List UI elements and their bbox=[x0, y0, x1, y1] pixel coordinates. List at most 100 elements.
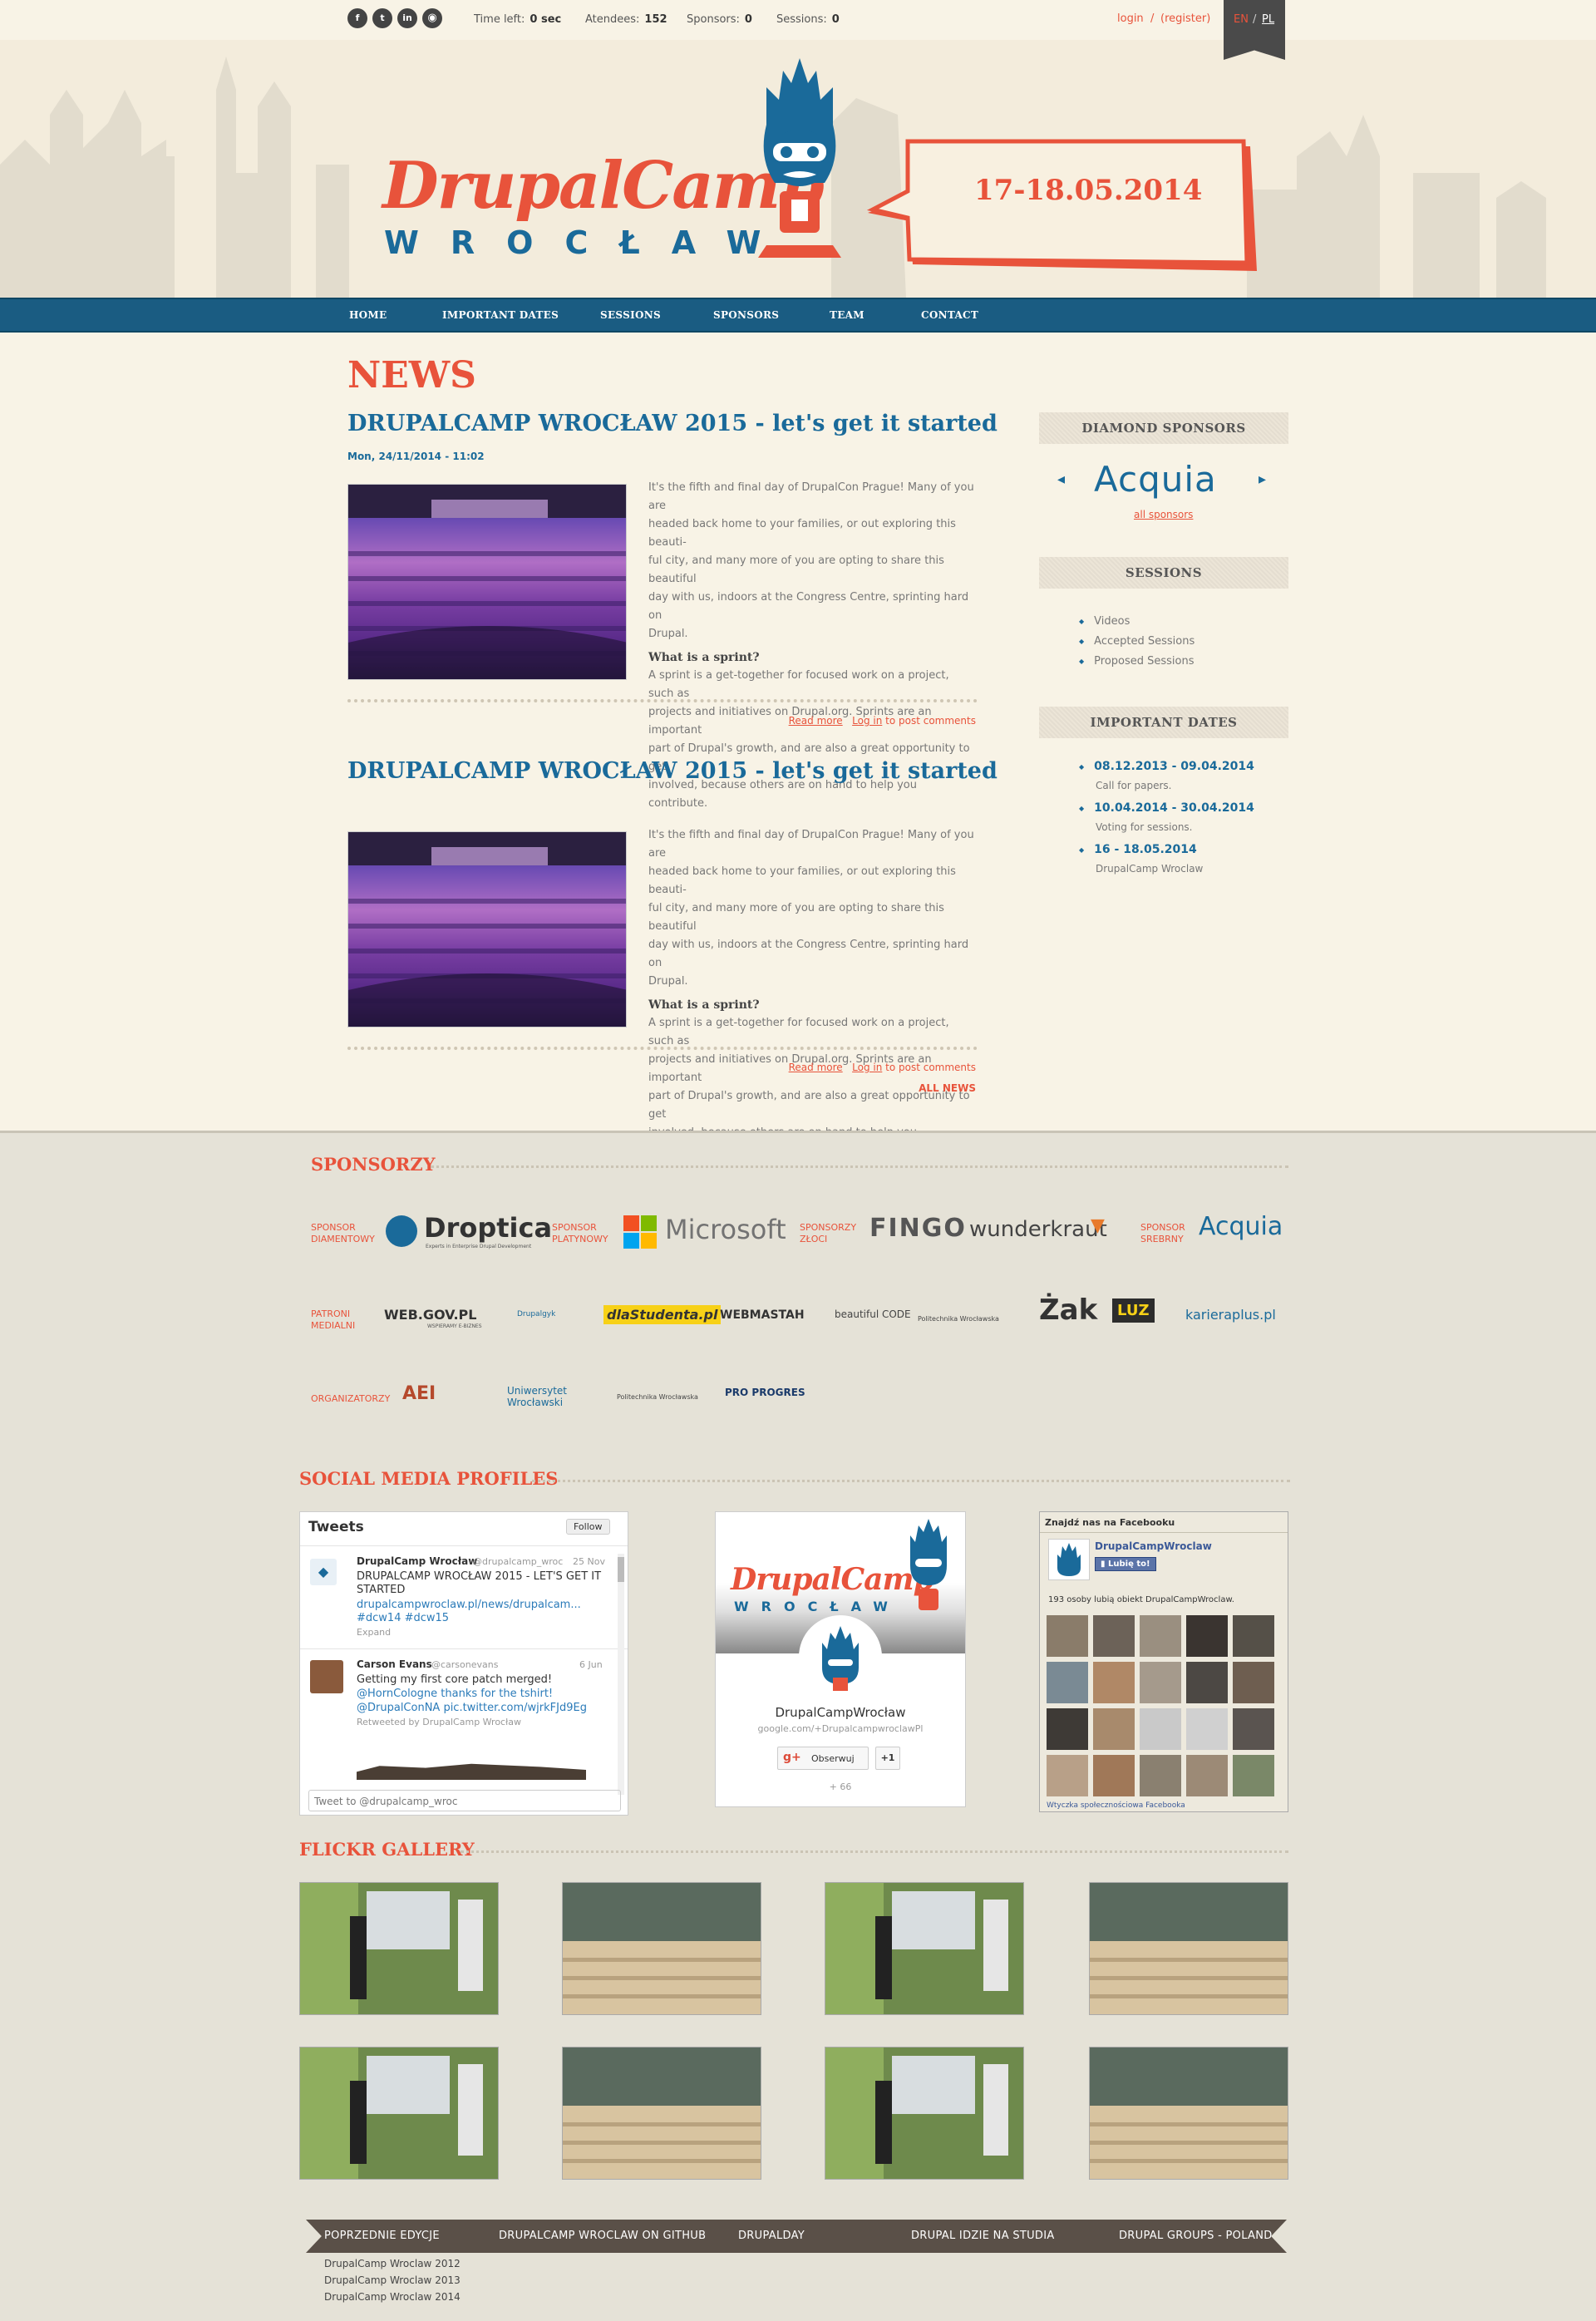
avatar[interactable] bbox=[1233, 1708, 1274, 1750]
beautiful-code-logo[interactable]: beautiful CODE bbox=[835, 1308, 911, 1320]
article-photo[interactable] bbox=[347, 484, 627, 680]
gplus-avatar[interactable] bbox=[799, 1615, 882, 1698]
register-link[interactable]: (register) bbox=[1160, 12, 1210, 25]
acquia-logo[interactable]: Acquia bbox=[1199, 1212, 1283, 1241]
footer-sublink[interactable]: DrupalCamp Wroclaw 2013 bbox=[324, 2274, 461, 2286]
footer-link[interactable]: DRUPALCAMP WROCLAW ON GITHUB bbox=[499, 2230, 706, 2242]
all-sponsors-link[interactable]: all sponsors bbox=[1134, 509, 1193, 520]
tweet-expand[interactable]: Expand bbox=[357, 1627, 391, 1638]
zak-logo[interactable]: Żak bbox=[1039, 1294, 1097, 1327]
twitter-follow-button[interactable]: Follow bbox=[566, 1519, 610, 1535]
article-title[interactable]: DRUPALCAMP WROCŁAW 2015 - let's get it s… bbox=[347, 411, 998, 436]
avatar[interactable] bbox=[1047, 1755, 1088, 1796]
tweet-author[interactable]: DrupalCamp Wrocław bbox=[357, 1555, 477, 1567]
politechnika-logo[interactable]: Politechnika Wrocławska bbox=[918, 1315, 999, 1323]
avatar[interactable] bbox=[1186, 1708, 1228, 1750]
karieraplus-logo[interactable]: karieraplus.pl bbox=[1185, 1307, 1276, 1323]
footer-link[interactable]: DRUPALDAY bbox=[738, 2230, 805, 2242]
carousel-prev-icon[interactable]: ◂ bbox=[1057, 471, 1065, 488]
read-more-link[interactable]: Read more bbox=[789, 715, 843, 727]
footer-link[interactable]: POPRZEDNIE EDYCJE bbox=[324, 2230, 440, 2242]
drupalgyk-logo[interactable]: Drupalgyk bbox=[517, 1310, 555, 1318]
plusone-button[interactable]: +1 bbox=[875, 1747, 900, 1770]
linkedin-icon[interactable]: in bbox=[397, 8, 417, 28]
avatar[interactable] bbox=[1186, 1662, 1228, 1703]
fingo-logo[interactable]: FINGO bbox=[869, 1214, 967, 1243]
avatar[interactable] bbox=[1140, 1755, 1181, 1796]
acquia-logo[interactable]: Acquia bbox=[1094, 459, 1217, 500]
avatar[interactable] bbox=[1093, 1662, 1135, 1703]
avatar[interactable] bbox=[1047, 1662, 1088, 1703]
flickr-thumb[interactable] bbox=[825, 1882, 1024, 2015]
avatar[interactable] bbox=[1140, 1615, 1181, 1657]
avatar[interactable] bbox=[1233, 1755, 1274, 1796]
tweet-image[interactable] bbox=[357, 1763, 586, 1780]
avatar[interactable] bbox=[1140, 1662, 1181, 1703]
avatar[interactable] bbox=[1093, 1708, 1135, 1750]
facebook-icon[interactable]: f bbox=[347, 8, 367, 28]
nav-sponsors[interactable]: SPONSORS bbox=[713, 309, 779, 321]
article-title[interactable]: DRUPALCAMP WROCŁAW 2015 - let's get it s… bbox=[347, 758, 998, 784]
twitter-icon[interactable]: t bbox=[372, 8, 392, 28]
facebook-plugin-footer[interactable]: Wtyczka społecznościowa Facebooka bbox=[1047, 1801, 1185, 1810]
facebook-like-button[interactable]: ▮ Lubię to! bbox=[1095, 1557, 1156, 1571]
scrollbar[interactable] bbox=[618, 1554, 624, 1795]
nav-home[interactable]: HOME bbox=[349, 309, 387, 321]
politechnika-logo[interactable]: Politechnika Wrocławska bbox=[617, 1393, 698, 1401]
avatar[interactable] bbox=[1093, 1755, 1135, 1796]
wunderkraut-logo[interactable]: wunderkraut bbox=[969, 1217, 1107, 1242]
sidebar-item-videos[interactable]: Videos bbox=[1079, 615, 1130, 628]
avatar[interactable] bbox=[1186, 1615, 1228, 1657]
lang-en[interactable]: EN bbox=[1234, 13, 1249, 26]
footer-link[interactable]: DRUPAL GROUPS - POLAND bbox=[1119, 2230, 1273, 2242]
luz-logo[interactable]: LUZ bbox=[1112, 1298, 1155, 1323]
facebook-page-avatar[interactable] bbox=[1048, 1539, 1090, 1580]
tweet-link[interactable]: @HornCologne thanks for the tshirt! bbox=[357, 1688, 553, 1700]
flickr-thumb[interactable] bbox=[299, 1882, 499, 2015]
flickr-thumb[interactable] bbox=[299, 2047, 499, 2180]
flickr-thumb[interactable] bbox=[1089, 2047, 1288, 2180]
nav-important-dates[interactable]: IMPORTANT DATES bbox=[442, 309, 559, 321]
flickr-thumb[interactable] bbox=[825, 2047, 1024, 2180]
article-photo[interactable] bbox=[347, 831, 627, 1027]
tweet-compose-input[interactable]: Tweet to @drupalcamp_wroc bbox=[308, 1790, 621, 1811]
sidebar-item-proposed[interactable]: Proposed Sessions bbox=[1079, 655, 1194, 668]
footer-sublink[interactable]: DrupalCamp Wroclaw 2014 bbox=[324, 2291, 461, 2303]
pro-progres-logo[interactable]: PRO PROGRES bbox=[725, 1387, 805, 1398]
avatar[interactable] bbox=[1140, 1708, 1181, 1750]
dlastudenta-logo[interactable]: dlaStudenta.pl bbox=[603, 1305, 722, 1324]
uwr-logo[interactable]: Uniwersytet Wrocławski bbox=[507, 1385, 607, 1408]
login-comment-link[interactable]: Log in bbox=[852, 715, 882, 727]
avatar[interactable] bbox=[1233, 1615, 1274, 1657]
nav-team[interactable]: TEAM bbox=[830, 309, 864, 321]
webgov-logo[interactable]: WEB.GOV.PL bbox=[384, 1307, 476, 1323]
facebook-page-name[interactable]: DrupalCampWroclaw bbox=[1095, 1540, 1212, 1552]
tweet-link[interactable]: drupalcampwroclaw.pl/news/drupalcam... bbox=[357, 1599, 581, 1611]
flickr-thumb[interactable] bbox=[1089, 1882, 1288, 2015]
droptica-logo[interactable]: Droptica bbox=[424, 1212, 552, 1244]
avatar[interactable] bbox=[1093, 1615, 1135, 1657]
microsoft-logo[interactable]: Microsoft bbox=[665, 1214, 786, 1245]
login-link[interactable]: login bbox=[1117, 12, 1144, 25]
gplus-url[interactable]: google.com/+DrupalcampwroclawPl bbox=[716, 1723, 965, 1734]
flickr-thumb[interactable] bbox=[562, 1882, 761, 2015]
avatar[interactable] bbox=[1047, 1708, 1088, 1750]
gplus-follow-button[interactable]: g+ Obserwuj bbox=[777, 1747, 869, 1770]
login-comment-link[interactable]: Log in bbox=[852, 1062, 882, 1073]
gplus-page-name[interactable]: DrupalCampWrocław bbox=[716, 1705, 965, 1720]
rss-icon[interactable]: ◉ bbox=[422, 8, 442, 28]
read-more-link[interactable]: Read more bbox=[789, 1062, 843, 1073]
tweet-hashtags[interactable]: @DrupalConNA pic.twitter.com/wjrkFJd9Eg bbox=[357, 1702, 587, 1714]
avatar[interactable] bbox=[1047, 1615, 1088, 1657]
webmastah-logo[interactable]: WEBMASTAH bbox=[720, 1308, 805, 1322]
nav-contact[interactable]: CONTACT bbox=[921, 309, 978, 321]
footer-sublink[interactable]: DrupalCamp Wroclaw 2012 bbox=[324, 2258, 461, 2269]
tweet-hashtags[interactable]: #dcw14 #dcw15 bbox=[357, 1612, 449, 1624]
all-news-link[interactable]: ALL NEWS bbox=[893, 1082, 976, 1094]
avatar[interactable] bbox=[1233, 1662, 1274, 1703]
carousel-next-icon[interactable]: ▸ bbox=[1259, 471, 1266, 488]
aei-logo[interactable]: AEI bbox=[402, 1383, 436, 1404]
tweet-author[interactable]: Carson Evans bbox=[357, 1658, 432, 1670]
footer-link[interactable]: DRUPAL IDZIE NA STUDIA bbox=[911, 2230, 1055, 2242]
sidebar-item-accepted[interactable]: Accepted Sessions bbox=[1079, 635, 1195, 648]
